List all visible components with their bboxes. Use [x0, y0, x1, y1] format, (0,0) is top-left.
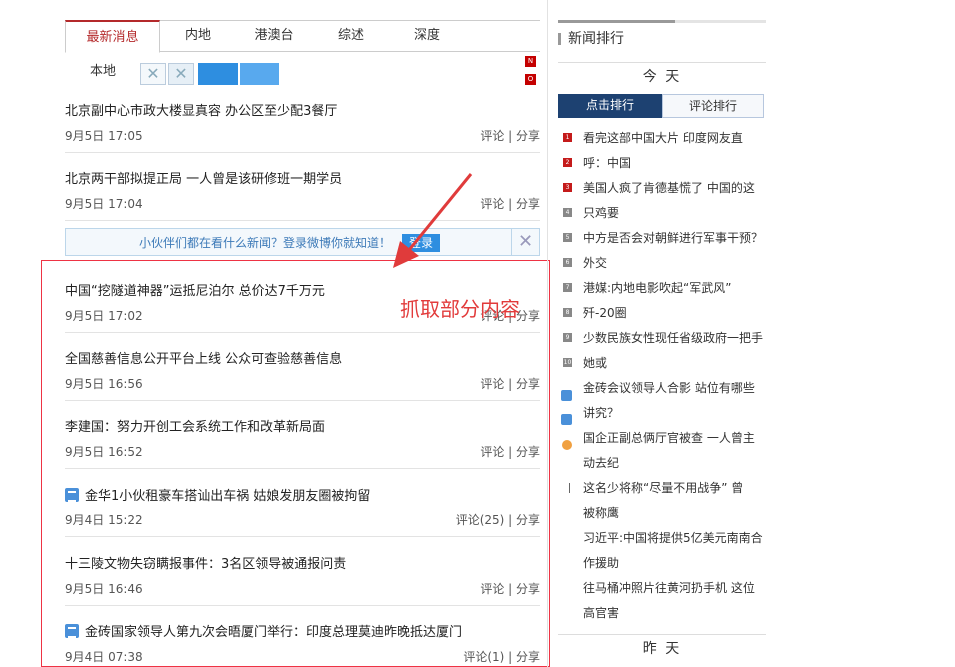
ranking-item[interactable]: 港媒:内地电影吹起“军武风”	[583, 279, 731, 296]
picture-icon	[562, 440, 572, 450]
news-image-icon	[561, 414, 572, 425]
rank-number: 2	[563, 158, 572, 167]
rank-number: 10	[563, 358, 572, 367]
ranking-item[interactable]: 呼：中国	[583, 154, 631, 171]
rank-number: 5	[563, 233, 572, 242]
rank-number: 9	[563, 333, 572, 342]
ranking-item[interactable]: 只鸡要	[583, 204, 619, 221]
ranking-header-rule	[558, 20, 766, 23]
section-yesterday: 昨 天	[558, 634, 766, 662]
ranking-item[interactable]: 习近平:中国将提供5亿美元南南合	[583, 529, 763, 546]
section-today: 今 天	[558, 62, 766, 90]
news-image-icon	[561, 390, 572, 401]
rank-number: 1	[563, 133, 572, 142]
rank-number: 8	[563, 308, 572, 317]
annotation-label: 抓取部分内容	[400, 297, 520, 321]
ranking-item[interactable]: 讲究？	[583, 404, 619, 421]
annotation-arrow-icon	[393, 173, 473, 268]
rank-separator	[569, 483, 570, 493]
tab-comment-ranking[interactable]: 评论排行	[662, 94, 764, 118]
rank-number: 3	[563, 183, 572, 192]
ranking-item[interactable]: 美国人疯了肯德基慌了 中国的这	[583, 179, 755, 196]
column-divider	[547, 0, 548, 667]
ranking-item[interactable]: 这名少将称“尽量不用战争” 曾	[583, 479, 743, 496]
ranking-item[interactable]: 外交	[583, 254, 607, 271]
rank-number: 7	[563, 283, 572, 292]
ranking-item[interactable]: 国企正副总俩厅官被查 一人曾主	[583, 429, 755, 446]
ranking-item[interactable]: 歼-20圈	[583, 304, 627, 321]
ranking-item[interactable]: 金砖会议领导人合影 站位有哪些	[583, 379, 755, 396]
ranking-item[interactable]: 少数民族女性现任省级政府一把手	[583, 329, 763, 346]
ranking-item[interactable]: 看完这部中国大片 印度网友直	[583, 129, 743, 146]
ranking-title: 新闻排行	[568, 31, 624, 47]
ranking-item[interactable]: 她或	[583, 354, 607, 371]
ranking-item[interactable]: 中方是否会对朝鲜进行军事干预？	[583, 229, 763, 246]
rank-number: 4	[563, 208, 572, 217]
tab-click-ranking[interactable]: 点击排行	[558, 94, 662, 118]
ranking-item[interactable]: 动去纪	[583, 454, 619, 471]
ranking-item[interactable]: 高官害	[583, 604, 619, 621]
ranking-title-marker	[558, 33, 561, 45]
ranking-item[interactable]: 往马桶冲照片往黄河扔手机 这位	[583, 579, 755, 596]
rank-number: 6	[563, 258, 572, 267]
ranking-item[interactable]: 作援助	[583, 554, 619, 571]
ranking-item[interactable]: 被称鹰	[583, 504, 619, 521]
